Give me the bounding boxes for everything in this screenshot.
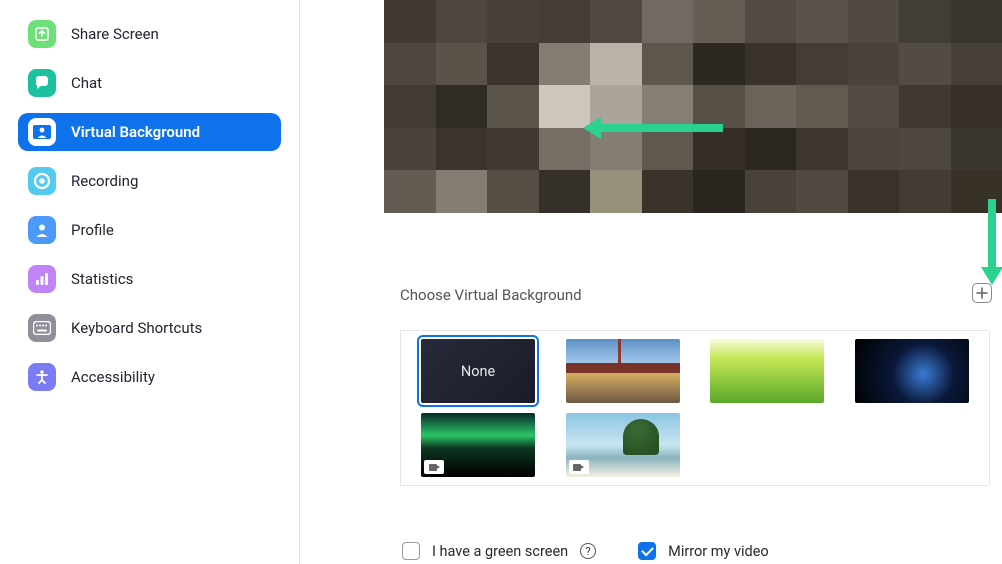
video-icon bbox=[424, 460, 444, 474]
sidebar-item-label: Recording bbox=[71, 172, 138, 190]
keyboard-icon bbox=[28, 314, 56, 342]
video-icon bbox=[569, 460, 589, 474]
background-thumb-beach[interactable] bbox=[566, 413, 680, 477]
green-screen-label: I have a green screen bbox=[432, 543, 568, 560]
accessibility-icon bbox=[28, 363, 56, 391]
background-thumb-grass[interactable] bbox=[710, 339, 824, 403]
main-content: Choose Virtual Background None I have a … bbox=[300, 0, 1002, 564]
sidebar-item-share-screen[interactable]: Share Screen bbox=[18, 15, 281, 53]
mirror-video-label: Mirror my video bbox=[668, 543, 769, 560]
recording-icon bbox=[28, 167, 56, 195]
add-background-button[interactable] bbox=[972, 283, 992, 303]
sidebar-item-profile[interactable]: Profile bbox=[18, 211, 281, 249]
help-icon[interactable]: ? bbox=[580, 543, 596, 559]
sidebar-item-label: Virtual Background bbox=[71, 123, 200, 141]
settings-sidebar: Share Screen Chat Virtual Background Rec… bbox=[0, 0, 300, 564]
background-thumb-aurora[interactable] bbox=[421, 413, 535, 477]
sidebar-item-label: Share Screen bbox=[71, 25, 159, 43]
share-screen-icon bbox=[28, 20, 56, 48]
choose-background-label: Choose Virtual Background bbox=[400, 286, 1002, 304]
options-row: I have a green screen ? Mirror my video bbox=[402, 542, 1002, 560]
sidebar-item-statistics[interactable]: Statistics bbox=[18, 260, 281, 298]
chat-icon bbox=[28, 69, 56, 97]
sidebar-item-recording[interactable]: Recording bbox=[18, 162, 281, 200]
background-thumb-none[interactable]: None bbox=[421, 339, 535, 403]
background-thumbnails-grid: None bbox=[400, 330, 990, 486]
sidebar-item-label: Profile bbox=[71, 221, 114, 239]
sidebar-item-label: Keyboard Shortcuts bbox=[71, 319, 202, 337]
sidebar-item-keyboard-shortcuts[interactable]: Keyboard Shortcuts bbox=[18, 309, 281, 347]
sidebar-item-accessibility[interactable]: Accessibility bbox=[18, 358, 281, 396]
profile-icon bbox=[28, 216, 56, 244]
sidebar-item-chat[interactable]: Chat bbox=[18, 64, 281, 102]
sidebar-item-label: Chat bbox=[71, 74, 102, 92]
background-thumb-label: None bbox=[461, 363, 495, 380]
sidebar-item-label: Statistics bbox=[71, 270, 133, 288]
virtual-background-icon bbox=[28, 118, 56, 146]
statistics-icon bbox=[28, 265, 56, 293]
video-preview bbox=[384, 0, 1002, 213]
green-screen-checkbox[interactable] bbox=[402, 542, 420, 560]
background-thumb-golden-gate-bridge[interactable] bbox=[566, 339, 680, 403]
background-thumb-earth-from-space[interactable] bbox=[855, 339, 969, 403]
sidebar-item-virtual-background[interactable]: Virtual Background bbox=[18, 113, 281, 151]
mirror-video-checkbox[interactable] bbox=[638, 542, 656, 560]
sidebar-item-label: Accessibility bbox=[71, 368, 155, 386]
